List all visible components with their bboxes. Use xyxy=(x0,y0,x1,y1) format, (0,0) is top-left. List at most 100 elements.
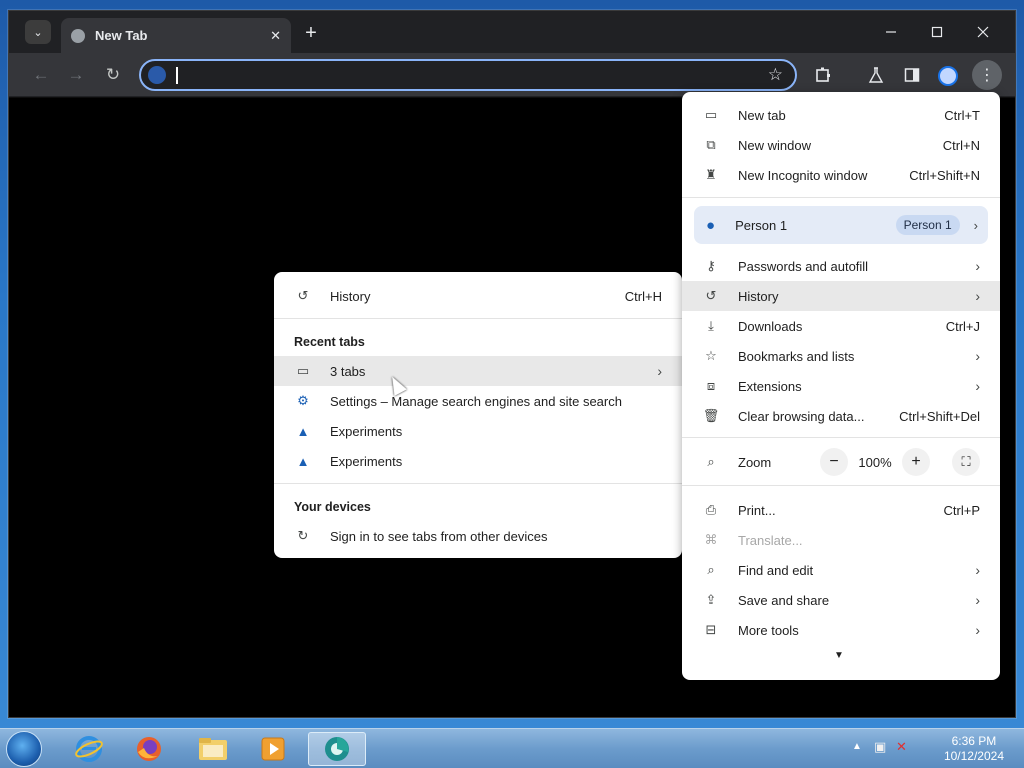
menu-shortcut: Ctrl+J xyxy=(945,318,980,334)
menu-label: Clear browsing data... xyxy=(738,408,865,424)
menu-shortcut: Ctrl+N xyxy=(942,137,980,153)
your-devices-heading: Your devices xyxy=(294,500,371,514)
incognito-icon: ♜ xyxy=(705,167,717,182)
zoom-out-button[interactable]: − xyxy=(820,448,848,476)
maximize-button[interactable] xyxy=(917,19,957,45)
window-icon: ▭ xyxy=(296,363,310,378)
show-hidden-icons-icon[interactable]: ▲ xyxy=(852,741,862,752)
recent-item-settings[interactable]: ⚙ Settings – Manage search engines and s… xyxy=(274,386,682,416)
recent-item-experiments[interactable]: ▲ Experiments xyxy=(274,416,682,446)
recent-item-label: Settings – Manage search engines and sit… xyxy=(330,393,622,409)
menu-new-window[interactable]: ⧉ New window Ctrl+N xyxy=(682,130,1000,160)
flask-icon: ▲ xyxy=(296,453,310,469)
taskbar-explorer[interactable] xyxy=(186,732,240,766)
history-shortcut: Ctrl+H xyxy=(624,288,662,304)
menu-save-share[interactable]: ⇪ Save and share › xyxy=(682,585,1000,615)
more-vertical-icon: ⋮ xyxy=(979,67,995,84)
close-icon xyxy=(977,26,989,38)
flask-icon xyxy=(868,67,884,83)
forward-button[interactable]: → xyxy=(62,61,90,89)
divider xyxy=(274,318,682,319)
volume-muted-icon[interactable]: ✕ xyxy=(896,739,907,755)
labs-button[interactable] xyxy=(862,61,890,89)
star-icon: ☆ xyxy=(705,348,717,363)
taskbar-ie[interactable] xyxy=(62,732,116,766)
zoom-value: 100% xyxy=(858,454,892,470)
taskbar-firefox[interactable] xyxy=(122,732,176,766)
sign-in-devices-label: Sign in to see tabs from other devices xyxy=(330,528,548,544)
menu-more-tools[interactable]: ⊟ More tools › xyxy=(682,615,1000,645)
minimize-button[interactable] xyxy=(871,19,911,45)
network-icon[interactable]: ▣ xyxy=(874,739,886,755)
divider xyxy=(274,483,682,484)
menu-label: Find and edit xyxy=(738,562,814,578)
menu-downloads[interactable]: ⤓ Downloads Ctrl+J xyxy=(682,311,1000,341)
fullscreen-button[interactable]: ⛶ xyxy=(952,448,980,476)
profile-avatar[interactable] xyxy=(938,66,958,86)
chrome-main-menu: ▭ New tab Ctrl+T ⧉ New window Ctrl+N ♜ N… xyxy=(682,92,1000,680)
recent-tabs-heading: Recent tabs xyxy=(294,335,365,349)
menu-new-incognito[interactable]: ♜ New Incognito window Ctrl+Shift+N xyxy=(682,160,1000,190)
tab-search-button[interactable]: ⌄ xyxy=(25,20,51,44)
close-tab-icon[interactable]: ✕ xyxy=(270,28,281,44)
divider xyxy=(682,485,1000,486)
chrome-menu-button[interactable]: ⋮ xyxy=(972,60,1002,90)
divider xyxy=(682,437,1000,438)
menu-label: Downloads xyxy=(738,318,803,334)
extensions-button[interactable] xyxy=(809,61,837,89)
gear-icon: ⚙ xyxy=(297,393,309,408)
menu-bookmarks[interactable]: ☆ Bookmarks and lists › xyxy=(682,341,1000,371)
tab-new-tab[interactable]: New Tab ✕ xyxy=(61,18,291,53)
close-window-button[interactable] xyxy=(963,19,1003,45)
back-button[interactable]: ← xyxy=(27,61,55,89)
menu-new-tab[interactable]: ▭ New tab Ctrl+T xyxy=(682,100,1000,130)
menu-label: More tools xyxy=(738,622,799,638)
menu-find-edit[interactable]: ⌕ Find and edit › xyxy=(682,555,1000,585)
menu-clear-data[interactable]: 🗑 Clear browsing data... Ctrl+Shift+Del xyxy=(682,401,1000,431)
globe-icon xyxy=(71,28,85,43)
recent-item-label: Experiments xyxy=(330,423,403,439)
tab-strip: ⌄ New Tab ✕ + xyxy=(9,11,1015,53)
windows-taskbar: ▲ ▣ ✕ 6:36 PM 10/12/2024 xyxy=(0,728,1024,768)
menu-history[interactable]: ↺ History › xyxy=(682,281,1000,311)
menu-label: New tab xyxy=(738,107,786,123)
recent-item-experiments[interactable]: ▲ Experiments xyxy=(274,446,682,476)
menu-shortcut: Ctrl+T xyxy=(944,107,980,123)
chevron-right-icon: › xyxy=(973,217,978,233)
taskbar-media-player[interactable] xyxy=(246,732,300,766)
fullscreen-icon: ⛶ xyxy=(961,454,971,469)
address-bar[interactable]: ☆ xyxy=(139,59,797,91)
zoom-in-button[interactable]: + xyxy=(902,448,930,476)
history-icon: ↺ xyxy=(297,288,309,303)
save-share-icon: ⇪ xyxy=(705,592,717,607)
side-panel-button[interactable] xyxy=(898,61,926,89)
menu-extensions[interactable]: ⧈ Extensions › xyxy=(682,371,1000,401)
start-button[interactable] xyxy=(6,731,42,767)
sign-in-devices-item[interactable]: ↻ Sign in to see tabs from other devices xyxy=(274,521,682,551)
text-caret xyxy=(176,67,178,84)
minimize-icon xyxy=(886,31,896,33)
taskbar-chrome[interactable] xyxy=(308,732,366,766)
new-tab-button[interactable]: + xyxy=(299,21,323,45)
find-icon: ⌕ xyxy=(707,562,715,577)
menu-print[interactable]: ⎙ Print... Ctrl+P xyxy=(682,495,1000,525)
sync-icon: ↻ xyxy=(297,528,309,543)
menu-label: New Incognito window xyxy=(738,167,868,183)
clock[interactable]: 6:36 PM 10/12/2024 xyxy=(944,734,1004,764)
toolbar: ← → ↻ ☆ ⋮ xyxy=(9,53,1015,97)
menu-shortcut: Ctrl+Shift+Del xyxy=(899,408,980,424)
profile-row[interactable]: ● Person 1 Person 1 › xyxy=(694,206,988,244)
zoom-row: ⌕ Zoom − 100% + ⛶ xyxy=(682,447,1000,477)
firefox-icon xyxy=(137,737,161,761)
menu-passwords[interactable]: ⚷ Passwords and autofill › xyxy=(682,251,1000,281)
history-item[interactable]: ↺ History Ctrl+H xyxy=(274,281,682,311)
zoom-label: Zoom xyxy=(738,454,772,470)
tab-title: New Tab xyxy=(95,28,148,43)
chevron-right-icon: › xyxy=(657,363,662,379)
menu-label: Passwords and autofill xyxy=(738,258,869,274)
bookmark-star-icon[interactable]: ☆ xyxy=(768,65,783,85)
scroll-down-arrow-icon[interactable]: ▼ xyxy=(834,650,844,661)
recent-item-3-tabs[interactable]: ▭ 3 tabs › xyxy=(274,356,682,386)
reload-button[interactable]: ↻ xyxy=(99,61,127,89)
menu-label: Extensions xyxy=(738,378,802,394)
